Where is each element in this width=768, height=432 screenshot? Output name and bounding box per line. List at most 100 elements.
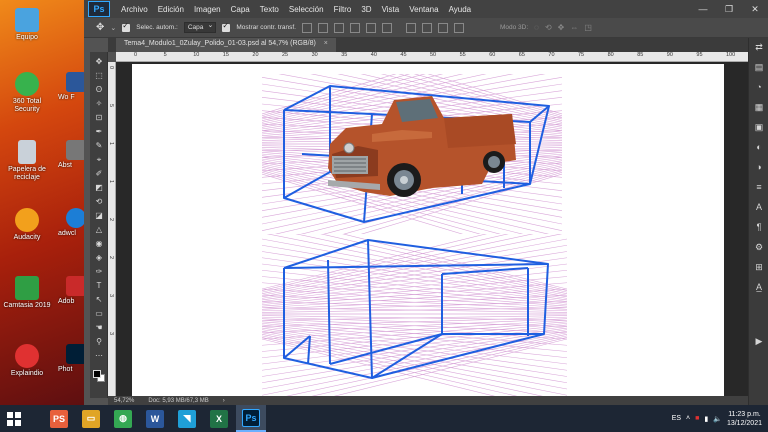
- taskbar-app-0[interactable]: PS: [44, 405, 74, 432]
- menu-vista[interactable]: Vista: [377, 5, 405, 14]
- align-bottom-icon[interactable]: [333, 22, 344, 33]
- tool-0-icon[interactable]: ✥: [90, 56, 108, 68]
- minimize-button[interactable]: —: [690, 0, 716, 18]
- tool-6-icon[interactable]: ✎: [90, 140, 108, 152]
- panel-8-icon[interactable]: A: [749, 200, 768, 214]
- tool-7-icon[interactable]: ⌖: [90, 154, 108, 166]
- align-middle-icon[interactable]: [317, 22, 328, 33]
- close-tab-icon[interactable]: ×: [324, 40, 328, 47]
- taskbar-app-1[interactable]: ▭: [76, 405, 106, 432]
- panel-1-icon[interactable]: ▤: [749, 60, 768, 74]
- panel-12-icon[interactable]: A̲: [749, 280, 768, 294]
- tool-13-icon[interactable]: ◉: [90, 238, 108, 250]
- rotate-icon[interactable]: ⟲: [545, 23, 552, 32]
- distribute-icon[interactable]: [453, 22, 464, 33]
- menu-edicion[interactable]: Edición: [153, 5, 189, 14]
- align-left-icon[interactable]: [349, 22, 360, 33]
- menu-ayuda[interactable]: Ayuda: [444, 5, 477, 14]
- clock[interactable]: 11:23 p.m. 13/12/2021: [727, 410, 762, 428]
- tool-5-icon[interactable]: ✒: [90, 126, 108, 138]
- tool-18-icon[interactable]: ▭: [90, 308, 108, 320]
- volume-icon[interactable]: 🔈: [713, 415, 722, 423]
- menu-filtro[interactable]: Filtro: [329, 5, 357, 14]
- align-center-icon[interactable]: [365, 22, 376, 33]
- desktop-icon-audacity[interactable]: Audacity: [0, 208, 54, 242]
- taskbar-app-6[interactable]: Ps: [236, 405, 266, 432]
- panel-6-icon[interactable]: ◑: [749, 160, 768, 174]
- taskbar-app-4[interactable]: ◥: [172, 405, 202, 432]
- panel-11-icon[interactable]: ⊞: [749, 260, 768, 274]
- tool-14-icon[interactable]: ◈: [90, 252, 108, 264]
- network-icon[interactable]: ▮: [704, 415, 708, 423]
- document-canvas[interactable]: [132, 64, 724, 396]
- panel-0-icon[interactable]: ⇄: [749, 40, 768, 54]
- security-icon[interactable]: ■: [695, 415, 699, 422]
- menu-capa[interactable]: Capa: [226, 5, 255, 14]
- desktop-icon-explaindio[interactable]: Explaindio: [0, 344, 54, 378]
- tool-16-icon[interactable]: T: [90, 280, 108, 292]
- menu-imagen[interactable]: Imagen: [189, 5, 226, 14]
- tool-9-icon[interactable]: ◩: [90, 182, 108, 194]
- status-arrow-icon[interactable]: ›: [223, 398, 225, 404]
- menu-ventana[interactable]: Ventana: [404, 5, 443, 14]
- tool-3-icon[interactable]: ✧: [90, 98, 108, 110]
- taskbar-app-2[interactable]: ◍: [108, 405, 138, 432]
- restore-button[interactable]: ❐: [716, 0, 742, 18]
- pan-icon[interactable]: ✥: [558, 23, 565, 32]
- distribute-icon[interactable]: [405, 22, 416, 33]
- desktop-icon-360[interactable]: 360 Total Security: [0, 72, 54, 114]
- panel-7-icon[interactable]: ≡: [749, 180, 768, 194]
- distribute-icon[interactable]: [421, 22, 432, 33]
- panel-10-icon[interactable]: ⚙: [749, 240, 768, 254]
- desktop-icon-camtasia[interactable]: Camtasia 2019: [0, 276, 54, 310]
- align-right-icon[interactable]: [381, 22, 392, 33]
- tool-10-icon[interactable]: ⟲: [90, 196, 108, 208]
- orbit-icon[interactable]: ◌: [534, 23, 539, 32]
- desktop-icon-adwcleaner[interactable]: adwcl: [58, 208, 84, 237]
- taskbar-app-3[interactable]: W: [140, 405, 170, 432]
- desktop-icon-recycle-bin[interactable]: Papelera de reciclaje: [0, 140, 54, 182]
- slide-icon[interactable]: ⇔: [570, 23, 578, 32]
- document-tab[interactable]: Tema4_Modulo1_0Zulay_Polido_01-03.psd al…: [116, 38, 336, 52]
- panel-2-icon[interactable]: ◔: [749, 80, 768, 94]
- taskbar-app-5[interactable]: X: [204, 405, 234, 432]
- foreground-color-swatch[interactable]: [93, 370, 101, 378]
- panel-4-icon[interactable]: ▣: [749, 120, 768, 134]
- start-button[interactable]: [0, 405, 28, 432]
- zoom-level[interactable]: 54,72%: [114, 398, 134, 404]
- tool-15-icon[interactable]: ✑: [90, 266, 108, 278]
- panel-5-icon[interactable]: ◐: [749, 140, 768, 154]
- tool-21-icon[interactable]: ⋯: [90, 350, 108, 362]
- move-tool-icon[interactable]: ✥: [96, 22, 104, 33]
- close-button[interactable]: ✕: [742, 0, 768, 18]
- desktop-icon-abst[interactable]: Abst: [58, 140, 84, 169]
- panel-3-icon[interactable]: ▦: [749, 100, 768, 114]
- distribute-icon[interactable]: [437, 22, 448, 33]
- desktop-icon-photoshop[interactable]: Phot: [58, 344, 84, 373]
- tool-11-icon[interactable]: ◪: [90, 210, 108, 222]
- desktop-icon-word[interactable]: Wo F: [58, 72, 84, 101]
- auto-select-checkbox[interactable]: [122, 21, 131, 32]
- canvas-area[interactable]: [116, 62, 748, 396]
- panel-13-icon[interactable]: ▶: [749, 334, 768, 348]
- tool-19-icon[interactable]: ☚: [90, 322, 108, 334]
- desktop-icon-equipo[interactable]: Equipo: [0, 8, 54, 42]
- tool-12-icon[interactable]: △: [90, 224, 108, 236]
- panel-9-icon[interactable]: ¶: [749, 220, 768, 234]
- menu-seleccion[interactable]: Selección: [284, 5, 329, 14]
- tool-20-icon[interactable]: ⚲: [90, 336, 108, 348]
- tool-2-icon[interactable]: ʘ: [90, 84, 108, 96]
- language-indicator[interactable]: ES: [672, 415, 681, 422]
- tool-8-icon[interactable]: ✐: [90, 168, 108, 180]
- show-transform-checkbox[interactable]: [222, 21, 231, 32]
- menu-3d[interactable]: 3D: [356, 5, 376, 14]
- tool-1-icon[interactable]: ⬚: [90, 70, 108, 82]
- scale-icon[interactable]: ◳: [584, 23, 592, 32]
- menu-texto[interactable]: Texto: [255, 5, 284, 14]
- tool-17-icon[interactable]: ↖: [90, 294, 108, 306]
- auto-select-dropdown[interactable]: Capa: [183, 21, 217, 33]
- desktop-icon-adobe[interactable]: Adob: [58, 276, 84, 305]
- tray-arrow-icon[interactable]: ˄: [686, 415, 690, 422]
- tool-4-icon[interactable]: ⊡: [90, 112, 108, 124]
- align-top-icon[interactable]: [301, 22, 312, 33]
